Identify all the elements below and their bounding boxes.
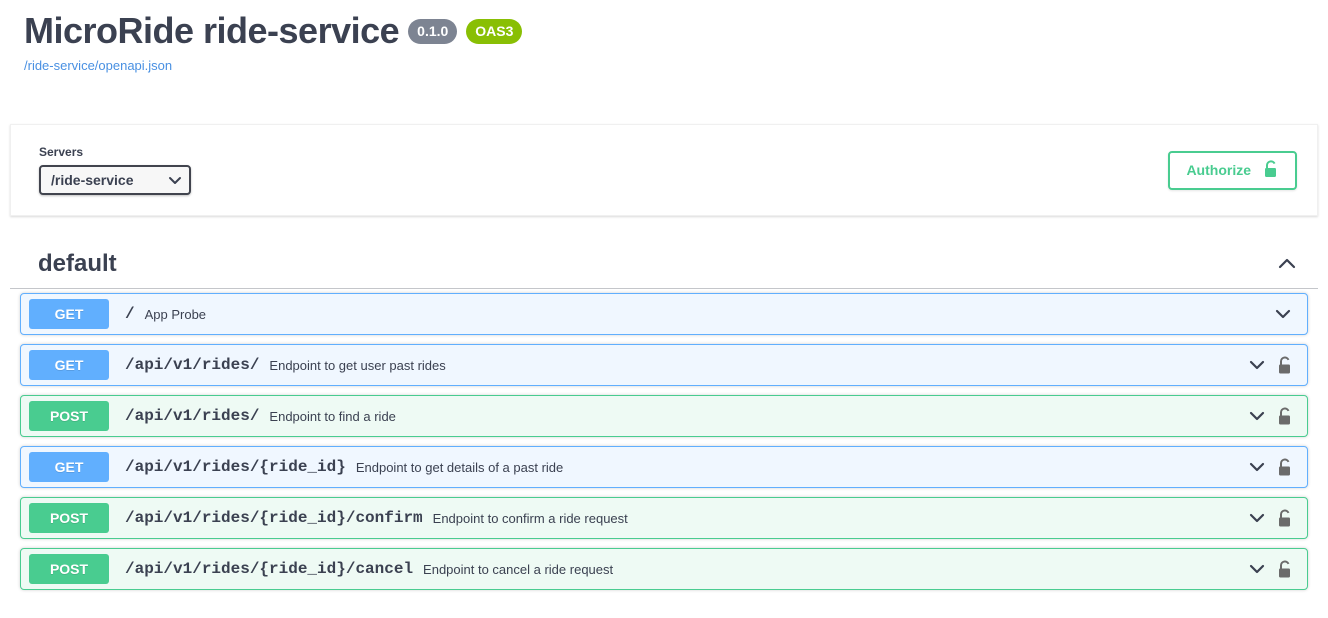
operation-row[interactable]: POST /api/v1/rides/{ride_id}/cancel Endp… xyxy=(20,548,1308,590)
operation-row[interactable]: GET / App Probe xyxy=(20,293,1308,335)
operation-controls xyxy=(1247,560,1297,579)
tag-header-default[interactable]: default xyxy=(10,240,1318,289)
operation-row[interactable]: GET /api/v1/rides/{ride_id} Endpoint to … xyxy=(20,446,1308,488)
http-method-badge: POST xyxy=(29,401,109,431)
chevron-down-icon[interactable] xyxy=(1247,409,1267,423)
swagger-ui-root: MicroRide ride-service 0.1.0 OAS3 /ride-… xyxy=(0,0,1328,618)
chevron-down-icon[interactable] xyxy=(1273,307,1293,321)
chevron-down-icon[interactable] xyxy=(1247,511,1267,525)
http-method-badge: POST xyxy=(29,554,109,584)
operation-path: /api/v1/rides/{ride_id} xyxy=(125,458,346,476)
operation-summary: Endpoint to find a ride xyxy=(269,408,396,424)
http-method-badge: POST xyxy=(29,503,109,533)
operation-controls xyxy=(1247,407,1297,426)
operation-controls xyxy=(1247,458,1297,477)
chevron-down-icon[interactable] xyxy=(1247,460,1267,474)
operation-summary: App Probe xyxy=(144,306,207,322)
oas-badge: OAS3 xyxy=(466,19,523,44)
chevron-up-icon[interactable] xyxy=(1276,256,1298,272)
page-title: MicroRide ride-service 0.1.0 OAS3 xyxy=(24,10,1328,52)
operation-row[interactable]: POST /api/v1/rides/ Endpoint to find a r… xyxy=(20,395,1308,437)
api-info: MicroRide ride-service 0.1.0 OAS3 /ride-… xyxy=(0,0,1328,73)
auth-wrapper: Authorize xyxy=(1168,150,1297,190)
operation-row[interactable]: POST /api/v1/rides/{ride_id}/confirm End… xyxy=(20,497,1308,539)
operation-path: /api/v1/rides/ xyxy=(125,407,260,425)
unlock-icon xyxy=(1263,159,1279,181)
operation-controls xyxy=(1247,509,1297,528)
servers-label: Servers xyxy=(39,145,84,159)
spec-url-link[interactable]: /ride-service/openapi.json xyxy=(24,58,1328,73)
unlock-icon[interactable] xyxy=(1277,509,1293,528)
server-select[interactable]: /ride-service xyxy=(39,165,191,195)
tag-section-default: default GET / App Probe GET /api/v1/ride… xyxy=(10,240,1318,599)
unlock-icon[interactable] xyxy=(1277,407,1293,426)
chevron-down-icon[interactable] xyxy=(1247,358,1267,372)
operation-path: /api/v1/rides/{ride_id}/cancel xyxy=(125,560,414,578)
operation-path: /api/v1/rides/{ride_id}/confirm xyxy=(125,509,423,527)
unlock-icon[interactable] xyxy=(1277,560,1293,579)
operation-controls xyxy=(1247,356,1297,375)
scheme-container: Servers /ride-service Authorize xyxy=(10,124,1318,216)
http-method-badge: GET xyxy=(29,452,109,482)
operation-row[interactable]: GET /api/v1/rides/ Endpoint to get user … xyxy=(20,344,1308,386)
operation-summary: Endpoint to get user past rides xyxy=(269,357,446,373)
http-method-badge: GET xyxy=(29,299,109,329)
chevron-down-icon[interactable] xyxy=(1247,562,1267,576)
tag-name: default xyxy=(38,250,117,277)
operation-summary: Endpoint to get details of a past ride xyxy=(355,459,564,475)
operation-summary: Endpoint to confirm a ride request xyxy=(432,510,628,526)
unlock-icon[interactable] xyxy=(1277,458,1293,477)
authorize-button[interactable]: Authorize xyxy=(1168,150,1297,190)
operation-path: / xyxy=(125,305,135,323)
operation-path: /api/v1/rides/ xyxy=(125,356,260,374)
http-method-badge: GET xyxy=(29,350,109,380)
version-badge: 0.1.0 xyxy=(408,19,458,44)
unlock-icon[interactable] xyxy=(1277,356,1293,375)
operations-list: GET / App Probe GET /api/v1/rides/ Endpo… xyxy=(10,289,1318,590)
operation-summary: Endpoint to cancel a ride request xyxy=(423,561,614,577)
servers-group: Servers /ride-service xyxy=(39,145,191,195)
server-select-wrapper: /ride-service xyxy=(39,165,191,195)
api-title-text: MicroRide ride-service xyxy=(24,10,400,51)
operation-controls xyxy=(1273,307,1297,321)
authorize-label: Authorize xyxy=(1186,162,1251,178)
